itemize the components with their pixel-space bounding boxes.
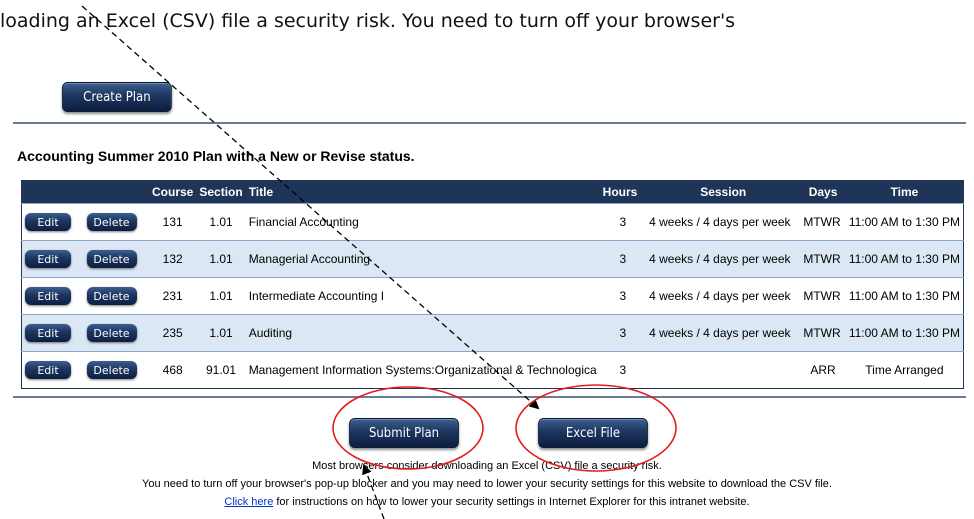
time-cell: 11:00 AM to 1:30 PM xyxy=(845,240,964,278)
footer-line-1: Most browsers consider downloading an Ex… xyxy=(312,460,662,472)
title-cell: Managerial Accounting xyxy=(245,240,600,278)
hours-cell: 3 xyxy=(599,203,647,241)
time-cell: 11:00 AM to 1:30 PM xyxy=(845,314,964,352)
course-cell: 235 xyxy=(149,314,197,352)
annotation-arrow-up xyxy=(362,464,385,519)
delete-button[interactable]: Delete xyxy=(86,287,137,305)
excel-file-button[interactable]: Excel File xyxy=(538,418,648,448)
time-cell: 11:00 AM to 1:30 PM xyxy=(845,203,964,241)
session-cell: 4 weeks / 4 days per week xyxy=(646,277,801,315)
time-cell: Time Arranged xyxy=(845,351,964,389)
course-cell: 131 xyxy=(149,203,197,241)
delete-button[interactable]: Delete xyxy=(86,250,137,268)
days-cell: MTWR xyxy=(800,277,846,315)
days-cell: ARR xyxy=(800,351,846,389)
intro-text: loading an Excel (CSV) file a security r… xyxy=(0,10,736,32)
table-row: Edit Delete 231 1.01 Intermediate Accoun… xyxy=(21,277,964,315)
click-here-link[interactable]: Click here xyxy=(224,496,273,508)
table-row: Edit Delete 132 1.01 Managerial Accounti… xyxy=(21,240,964,278)
hours-cell: 3 xyxy=(599,240,647,278)
title-cell: Management Information Systems:Organizat… xyxy=(245,351,600,389)
hours-cell: 3 xyxy=(599,314,647,352)
edit-button[interactable]: Edit xyxy=(25,213,71,231)
table-row: Edit Delete 468 91.01 Management Informa… xyxy=(21,351,964,389)
section-cell: 1.01 xyxy=(196,240,246,278)
create-plan-button[interactable]: Create Plan xyxy=(62,82,172,112)
delete-button[interactable]: Delete xyxy=(86,213,137,231)
section-cell: 1.01 xyxy=(196,203,246,241)
header-title: Title xyxy=(245,180,600,204)
title-cell: Intermediate Accounting I xyxy=(245,277,600,315)
title-cell: Financial Accounting xyxy=(245,203,600,241)
hours-cell: 3 xyxy=(599,277,647,315)
session-cell: 4 weeks / 4 days per week xyxy=(646,240,801,278)
table-header-row: Course Section Title Hours Session Days … xyxy=(21,180,964,204)
submit-plan-button[interactable]: Submit Plan xyxy=(349,418,459,448)
session-cell xyxy=(646,351,801,389)
bottom-divider xyxy=(13,396,966,398)
header-section: Section xyxy=(196,180,246,204)
section-cell: 1.01 xyxy=(196,277,246,315)
days-cell: MTWR xyxy=(800,314,846,352)
footer-line-3: Click here for instructions on how to lo… xyxy=(0,496,974,508)
course-cell: 231 xyxy=(149,277,197,315)
table-row: Edit Delete 131 1.01 Financial Accountin… xyxy=(21,203,964,241)
days-cell: MTWR xyxy=(800,240,846,278)
hours-cell: 3 xyxy=(599,351,647,389)
section-cell: 91.01 xyxy=(196,351,246,389)
delete-button[interactable]: Delete xyxy=(86,324,137,342)
section-title: Accounting Summer 2010 Plan with a New o… xyxy=(17,148,415,164)
header-delete xyxy=(83,180,149,204)
session-cell: 4 weeks / 4 days per week xyxy=(646,203,801,241)
top-divider xyxy=(13,122,966,124)
edit-button[interactable]: Edit xyxy=(25,324,71,342)
edit-button[interactable]: Edit xyxy=(25,250,71,268)
title-cell: Auditing xyxy=(245,314,600,352)
edit-button[interactable]: Edit xyxy=(25,361,71,379)
header-days: Days xyxy=(800,180,846,204)
header-session: Session xyxy=(646,180,801,204)
table-row: Edit Delete 235 1.01 Auditing 3 4 weeks … xyxy=(21,314,964,352)
session-cell: 4 weeks / 4 days per week xyxy=(646,314,801,352)
header-time: Time xyxy=(845,180,964,204)
header-course: Course xyxy=(149,180,197,204)
header-hours: Hours xyxy=(599,180,647,204)
days-cell: MTWR xyxy=(800,203,846,241)
time-cell: 11:00 AM to 1:30 PM xyxy=(845,277,964,315)
footer-line-2: You need to turn off your browser's pop-… xyxy=(142,478,832,490)
course-cell: 132 xyxy=(149,240,197,278)
section-cell: 1.01 xyxy=(196,314,246,352)
delete-button[interactable]: Delete xyxy=(86,361,137,379)
footer-line-3-text: for instructions on how to lower your se… xyxy=(273,496,750,508)
course-cell: 468 xyxy=(149,351,197,389)
header-edit xyxy=(21,180,84,204)
plan-table: Course Section Title Hours Session Days … xyxy=(21,180,964,389)
edit-button[interactable]: Edit xyxy=(25,287,71,305)
